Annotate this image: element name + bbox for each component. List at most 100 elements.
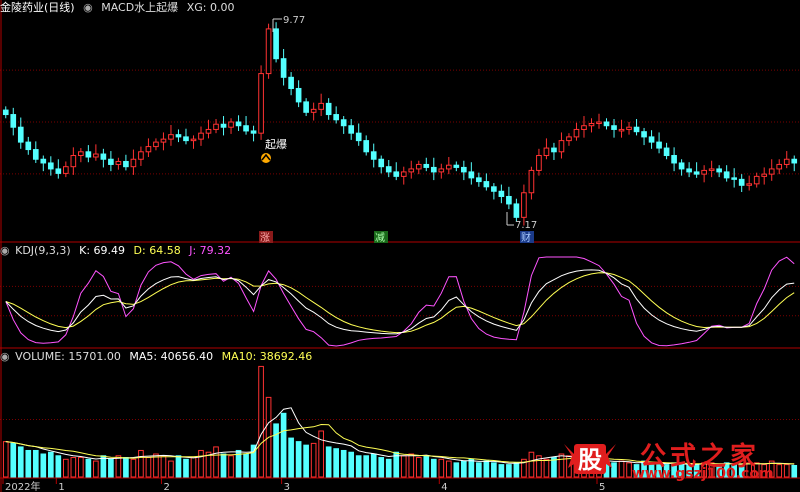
candle-body xyxy=(656,141,662,149)
watermark-logo: 股 xyxy=(560,438,620,478)
volume-bar xyxy=(17,446,24,478)
volume-bar xyxy=(355,455,362,478)
candle-body xyxy=(273,28,279,60)
candle-body xyxy=(438,168,445,173)
volume-bar xyxy=(130,458,137,478)
candle-body xyxy=(581,125,587,130)
candle-body xyxy=(445,164,452,170)
j-value: J: 79.32 xyxy=(189,244,232,257)
candle-body xyxy=(228,121,234,128)
collapse-icon[interactable]: ◉ xyxy=(0,244,10,257)
volume-bar xyxy=(228,455,234,478)
candle-body xyxy=(536,155,542,171)
candle-body xyxy=(430,166,437,173)
candle-body xyxy=(746,183,753,186)
tag-zhang: 涨 xyxy=(260,232,270,244)
axis-label: 1 xyxy=(58,482,64,492)
volume-bar xyxy=(123,457,129,478)
volume-bar xyxy=(40,453,47,478)
candlestick-series xyxy=(2,22,798,226)
volume-bar xyxy=(528,451,535,478)
volume-bar xyxy=(183,458,189,478)
axis-label: 2022年 xyxy=(5,480,40,492)
candle-body xyxy=(588,122,595,127)
volume-bar xyxy=(453,462,460,478)
axis-label: 3 xyxy=(284,482,290,492)
candle-body xyxy=(506,195,512,205)
candle-body xyxy=(243,125,249,132)
candle-body xyxy=(423,163,430,168)
volume-bar xyxy=(310,442,317,478)
volume-header: ◉ VOLUME: 15701.00 MA5: 40656.40 MA10: 3… xyxy=(0,350,317,363)
volume-bar xyxy=(408,453,415,478)
volume-bar xyxy=(370,453,377,478)
candle-body xyxy=(378,158,385,168)
volume-value: VOLUME: 15701.00 xyxy=(15,350,121,363)
volume-bar xyxy=(506,464,512,478)
candle-body xyxy=(145,146,152,153)
main-header: 金陵药业(日线) ◉ MACD水上起爆 XG: 0.00 xyxy=(0,1,239,14)
volume-bar xyxy=(430,458,437,478)
d-value: D: 64.58 xyxy=(133,244,181,257)
candle-body xyxy=(415,163,422,170)
kdj-lines xyxy=(5,256,795,347)
indicator-name: MACD水上起爆 xyxy=(101,1,179,14)
candle-body xyxy=(476,177,482,183)
volume-bar xyxy=(85,458,92,478)
candle-body xyxy=(596,121,602,124)
kdj-name: KDJ(9,3,3) xyxy=(15,244,71,257)
candle-body xyxy=(2,109,9,116)
candle-body xyxy=(258,73,264,134)
axis-label: 2 xyxy=(163,482,169,492)
candle-body xyxy=(168,134,174,140)
candle-body xyxy=(761,173,768,177)
volume-bar xyxy=(318,430,324,478)
collapse-icon[interactable]: ◉ xyxy=(83,1,93,14)
candle-body xyxy=(123,160,129,168)
candle-body xyxy=(198,132,204,140)
volume-bar xyxy=(108,458,114,478)
candle-body xyxy=(348,125,355,134)
candle-body xyxy=(408,168,415,173)
candle-body xyxy=(708,168,715,171)
candle-body xyxy=(318,102,324,110)
volume-bar xyxy=(115,455,122,478)
volume-bar xyxy=(378,457,385,478)
candle-body xyxy=(701,169,707,175)
candle-body xyxy=(40,158,47,164)
candle-body xyxy=(340,119,347,127)
volume-bar xyxy=(25,449,32,478)
candle-body xyxy=(220,123,227,128)
candle-body xyxy=(93,153,99,158)
candle-body xyxy=(280,58,287,78)
candle-body xyxy=(543,147,550,157)
tag-cai: 财 xyxy=(521,231,531,244)
candle-body xyxy=(400,171,407,177)
candle-body xyxy=(205,128,212,134)
candle-body xyxy=(491,186,497,192)
candle-body xyxy=(723,171,730,179)
collapse-icon[interactable]: ◉ xyxy=(0,350,10,363)
candle-body xyxy=(453,164,460,168)
volume-bar xyxy=(190,457,197,478)
volume-bar xyxy=(776,464,783,478)
volume-bar xyxy=(100,455,107,478)
candle-body xyxy=(47,162,54,170)
volume-bar xyxy=(303,444,309,478)
volume-bar xyxy=(498,464,505,478)
candle-body xyxy=(78,151,84,157)
candle-body xyxy=(716,168,722,173)
volume-bar xyxy=(333,448,339,478)
candle-body xyxy=(641,131,647,138)
candle-body xyxy=(633,126,640,133)
volume-bar xyxy=(258,365,264,478)
candle-body xyxy=(686,168,692,173)
candle-body xyxy=(468,171,475,179)
low-price-label: 7.17 xyxy=(515,220,537,231)
candle-body xyxy=(648,136,655,143)
volume-bar xyxy=(415,457,422,478)
candle-body xyxy=(393,171,400,177)
candle-body xyxy=(265,28,272,75)
candle-body xyxy=(100,153,107,160)
candle-body xyxy=(776,163,783,170)
